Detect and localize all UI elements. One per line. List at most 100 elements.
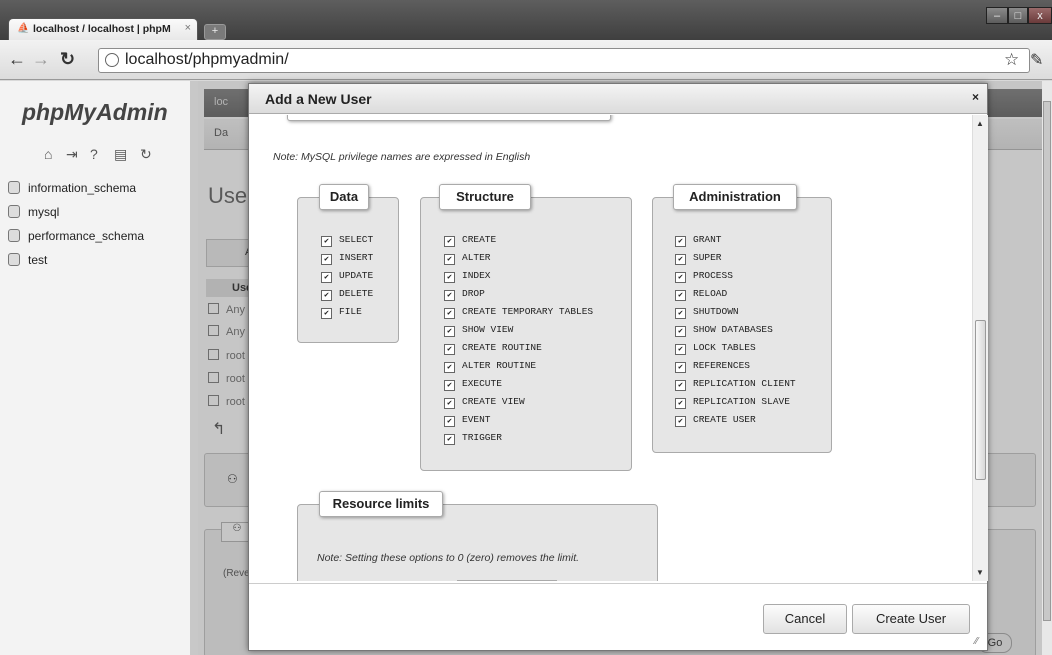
page-scrollbar[interactable]	[1042, 81, 1052, 655]
dialog-scrollbar-thumb[interactable]	[975, 320, 986, 480]
privilege-checkbox[interactable]: ✔	[321, 236, 332, 247]
privilege-checkbox[interactable]: ✔	[675, 362, 686, 373]
window-maximize-button[interactable]: □	[1008, 7, 1028, 24]
docs-icon[interactable]: ▤	[114, 146, 127, 163]
address-bar[interactable]: localhost/phpmyadmin/	[98, 48, 1030, 73]
privilege-checkbox[interactable]: ✔	[444, 254, 455, 265]
privilege-item[interactable]: ✔ SUPER	[675, 249, 796, 267]
privilege-item[interactable]: ✔ INSERT	[321, 249, 373, 267]
privilege-item[interactable]: ✔ REFERENCES	[675, 357, 796, 375]
privilege-label: CREATE	[462, 234, 497, 245]
privilege-item[interactable]: ✔ ALTER ROUTINE	[444, 357, 593, 375]
dialog-titlebar[interactable]: Add a New User ×	[249, 84, 987, 114]
refresh-icon[interactable]: ↻	[140, 146, 152, 163]
reload-icon[interactable]: ↻	[60, 49, 75, 69]
privilege-checkbox[interactable]: ✔	[444, 272, 455, 283]
privilege-item[interactable]: ✔ CREATE ROUTINE	[444, 339, 593, 357]
privilege-item[interactable]: ✔ INDEX	[444, 267, 593, 285]
privilege-checkbox[interactable]: ✔	[444, 308, 455, 319]
privilege-label: GRANT	[693, 234, 722, 245]
database-item[interactable]: mysql	[8, 205, 59, 219]
privilege-item[interactable]: ✔ SHOW DATABASES	[675, 321, 796, 339]
dialog-scrollbar[interactable]: ▲ ▼	[972, 115, 988, 581]
privilege-checkbox[interactable]: ✔	[675, 380, 686, 391]
tab-close-icon[interactable]: ×	[185, 22, 191, 34]
window-minimize-button[interactable]: –	[986, 7, 1008, 24]
privilege-item[interactable]: ✔ UPDATE	[321, 267, 373, 285]
privilege-checkbox[interactable]: ✔	[444, 380, 455, 391]
privilege-item[interactable]: ✔ EXECUTE	[444, 375, 593, 393]
panel-divider[interactable]	[190, 81, 198, 655]
privilege-checkbox[interactable]: ✔	[675, 236, 686, 247]
privilege-checkbox[interactable]: ✔	[444, 416, 455, 427]
privilege-item[interactable]: ✔ SELECT	[321, 231, 373, 249]
privilege-item[interactable]: ✔ RELOAD	[675, 285, 796, 303]
privilege-checkbox[interactable]: ✔	[675, 344, 686, 355]
page-scrollbar-thumb[interactable]	[1043, 101, 1051, 621]
privilege-checkbox[interactable]: ✔	[444, 434, 455, 445]
privilege-item[interactable]: ✔ CREATE USER	[675, 411, 796, 429]
cancel-button[interactable]: Cancel	[763, 604, 847, 634]
resize-grip-icon[interactable]: ⁄⁄	[975, 636, 978, 647]
privilege-item[interactable]: ✔ EVENT	[444, 411, 593, 429]
privilege-item[interactable]: ✔ DROP	[444, 285, 593, 303]
privilege-checkbox[interactable]: ✔	[675, 326, 686, 337]
privilege-checkbox[interactable]: ✔	[675, 308, 686, 319]
dialog-close-icon[interactable]: ×	[972, 90, 979, 104]
window-close-button[interactable]: x	[1028, 7, 1052, 24]
home-icon[interactable]: ⌂	[44, 146, 52, 162]
privilege-checkbox[interactable]: ✔	[321, 290, 332, 301]
database-item[interactable]: performance_schema	[8, 229, 144, 243]
privilege-label: ALTER ROUTINE	[462, 360, 537, 371]
browser-tab[interactable]: ⛵ localhost / localhost | phpM ×	[8, 18, 198, 40]
back-arrow-icon[interactable]: ←	[8, 49, 26, 69]
privilege-item[interactable]: ✔ GRANT	[675, 231, 796, 249]
privilege-label: SHOW VIEW	[462, 324, 514, 335]
privilege-checkbox[interactable]: ✔	[444, 362, 455, 373]
database-item[interactable]: information_schema	[8, 181, 136, 195]
privilege-checkbox[interactable]: ✔	[444, 398, 455, 409]
privilege-item[interactable]: ✔ ALTER	[444, 249, 593, 267]
create-user-button[interactable]: Create User	[852, 604, 970, 634]
privilege-item[interactable]: ✔ SHOW VIEW	[444, 321, 593, 339]
resource-limits-note: Note: Setting these options to 0 (zero) …	[317, 552, 580, 564]
privilege-checkbox[interactable]: ✔	[321, 272, 332, 283]
privilege-checkbox[interactable]: ✔	[444, 344, 455, 355]
administration-privileges-list: ✔ GRANT ✔ SUPER ✔ PROCESS ✔ RELOAD ✔ SHUTDOWN ✔ SHO…	[675, 231, 796, 429]
privilege-item[interactable]: ✔ REPLICATION SLAVE	[675, 393, 796, 411]
phpmyadmin-logo[interactable]: phpMyAdmin	[22, 99, 168, 126]
privilege-item[interactable]: ✔ SHUTDOWN	[675, 303, 796, 321]
privilege-checkbox[interactable]: ✔	[321, 254, 332, 265]
privilege-label: SHUTDOWN	[693, 306, 739, 317]
privilege-checkbox[interactable]: ✔	[444, 290, 455, 301]
privilege-checkbox[interactable]: ✔	[675, 398, 686, 409]
forward-arrow-icon[interactable]: →	[32, 49, 50, 69]
resource-limit-input[interactable]	[457, 580, 557, 581]
privilege-checkbox[interactable]: ✔	[675, 254, 686, 265]
privilege-checkbox[interactable]: ✔	[675, 272, 686, 283]
new-tab-button[interactable]: +	[204, 24, 226, 40]
privilege-item[interactable]: ✔ TRIGGER	[444, 429, 593, 447]
privilege-item[interactable]: ✔ CREATE	[444, 231, 593, 249]
privilege-checkbox[interactable]: ✔	[444, 236, 455, 247]
privilege-item[interactable]: ✔ CREATE VIEW	[444, 393, 593, 411]
privilege-item[interactable]: ✔ CREATE TEMPORARY TABLES	[444, 303, 593, 321]
privilege-label: UPDATE	[339, 270, 374, 281]
privilege-checkbox[interactable]: ✔	[675, 416, 686, 427]
scroll-down-icon[interactable]: ▼	[976, 568, 984, 577]
privilege-checkbox[interactable]: ✔	[675, 290, 686, 301]
bookmark-star-icon[interactable]: ☆	[1004, 50, 1019, 70]
privilege-item[interactable]: ✔ DELETE	[321, 285, 373, 303]
dialog-body: Note: MySQL privilege names are expresse…	[257, 115, 977, 581]
privilege-item[interactable]: ✔ REPLICATION CLIENT	[675, 375, 796, 393]
privilege-item[interactable]: ✔ FILE	[321, 303, 373, 321]
logout-icon[interactable]: ⇥	[66, 146, 78, 163]
scroll-up-icon[interactable]: ▲	[976, 119, 984, 128]
privilege-item[interactable]: ✔ PROCESS	[675, 267, 796, 285]
database-item[interactable]: test	[8, 253, 47, 267]
privilege-checkbox[interactable]: ✔	[321, 308, 332, 319]
privilege-item[interactable]: ✔ LOCK TABLES	[675, 339, 796, 357]
privilege-checkbox[interactable]: ✔	[444, 326, 455, 337]
help-icon[interactable]: ?	[90, 146, 98, 162]
wrench-menu-icon[interactable]: ✎	[1030, 50, 1043, 70]
